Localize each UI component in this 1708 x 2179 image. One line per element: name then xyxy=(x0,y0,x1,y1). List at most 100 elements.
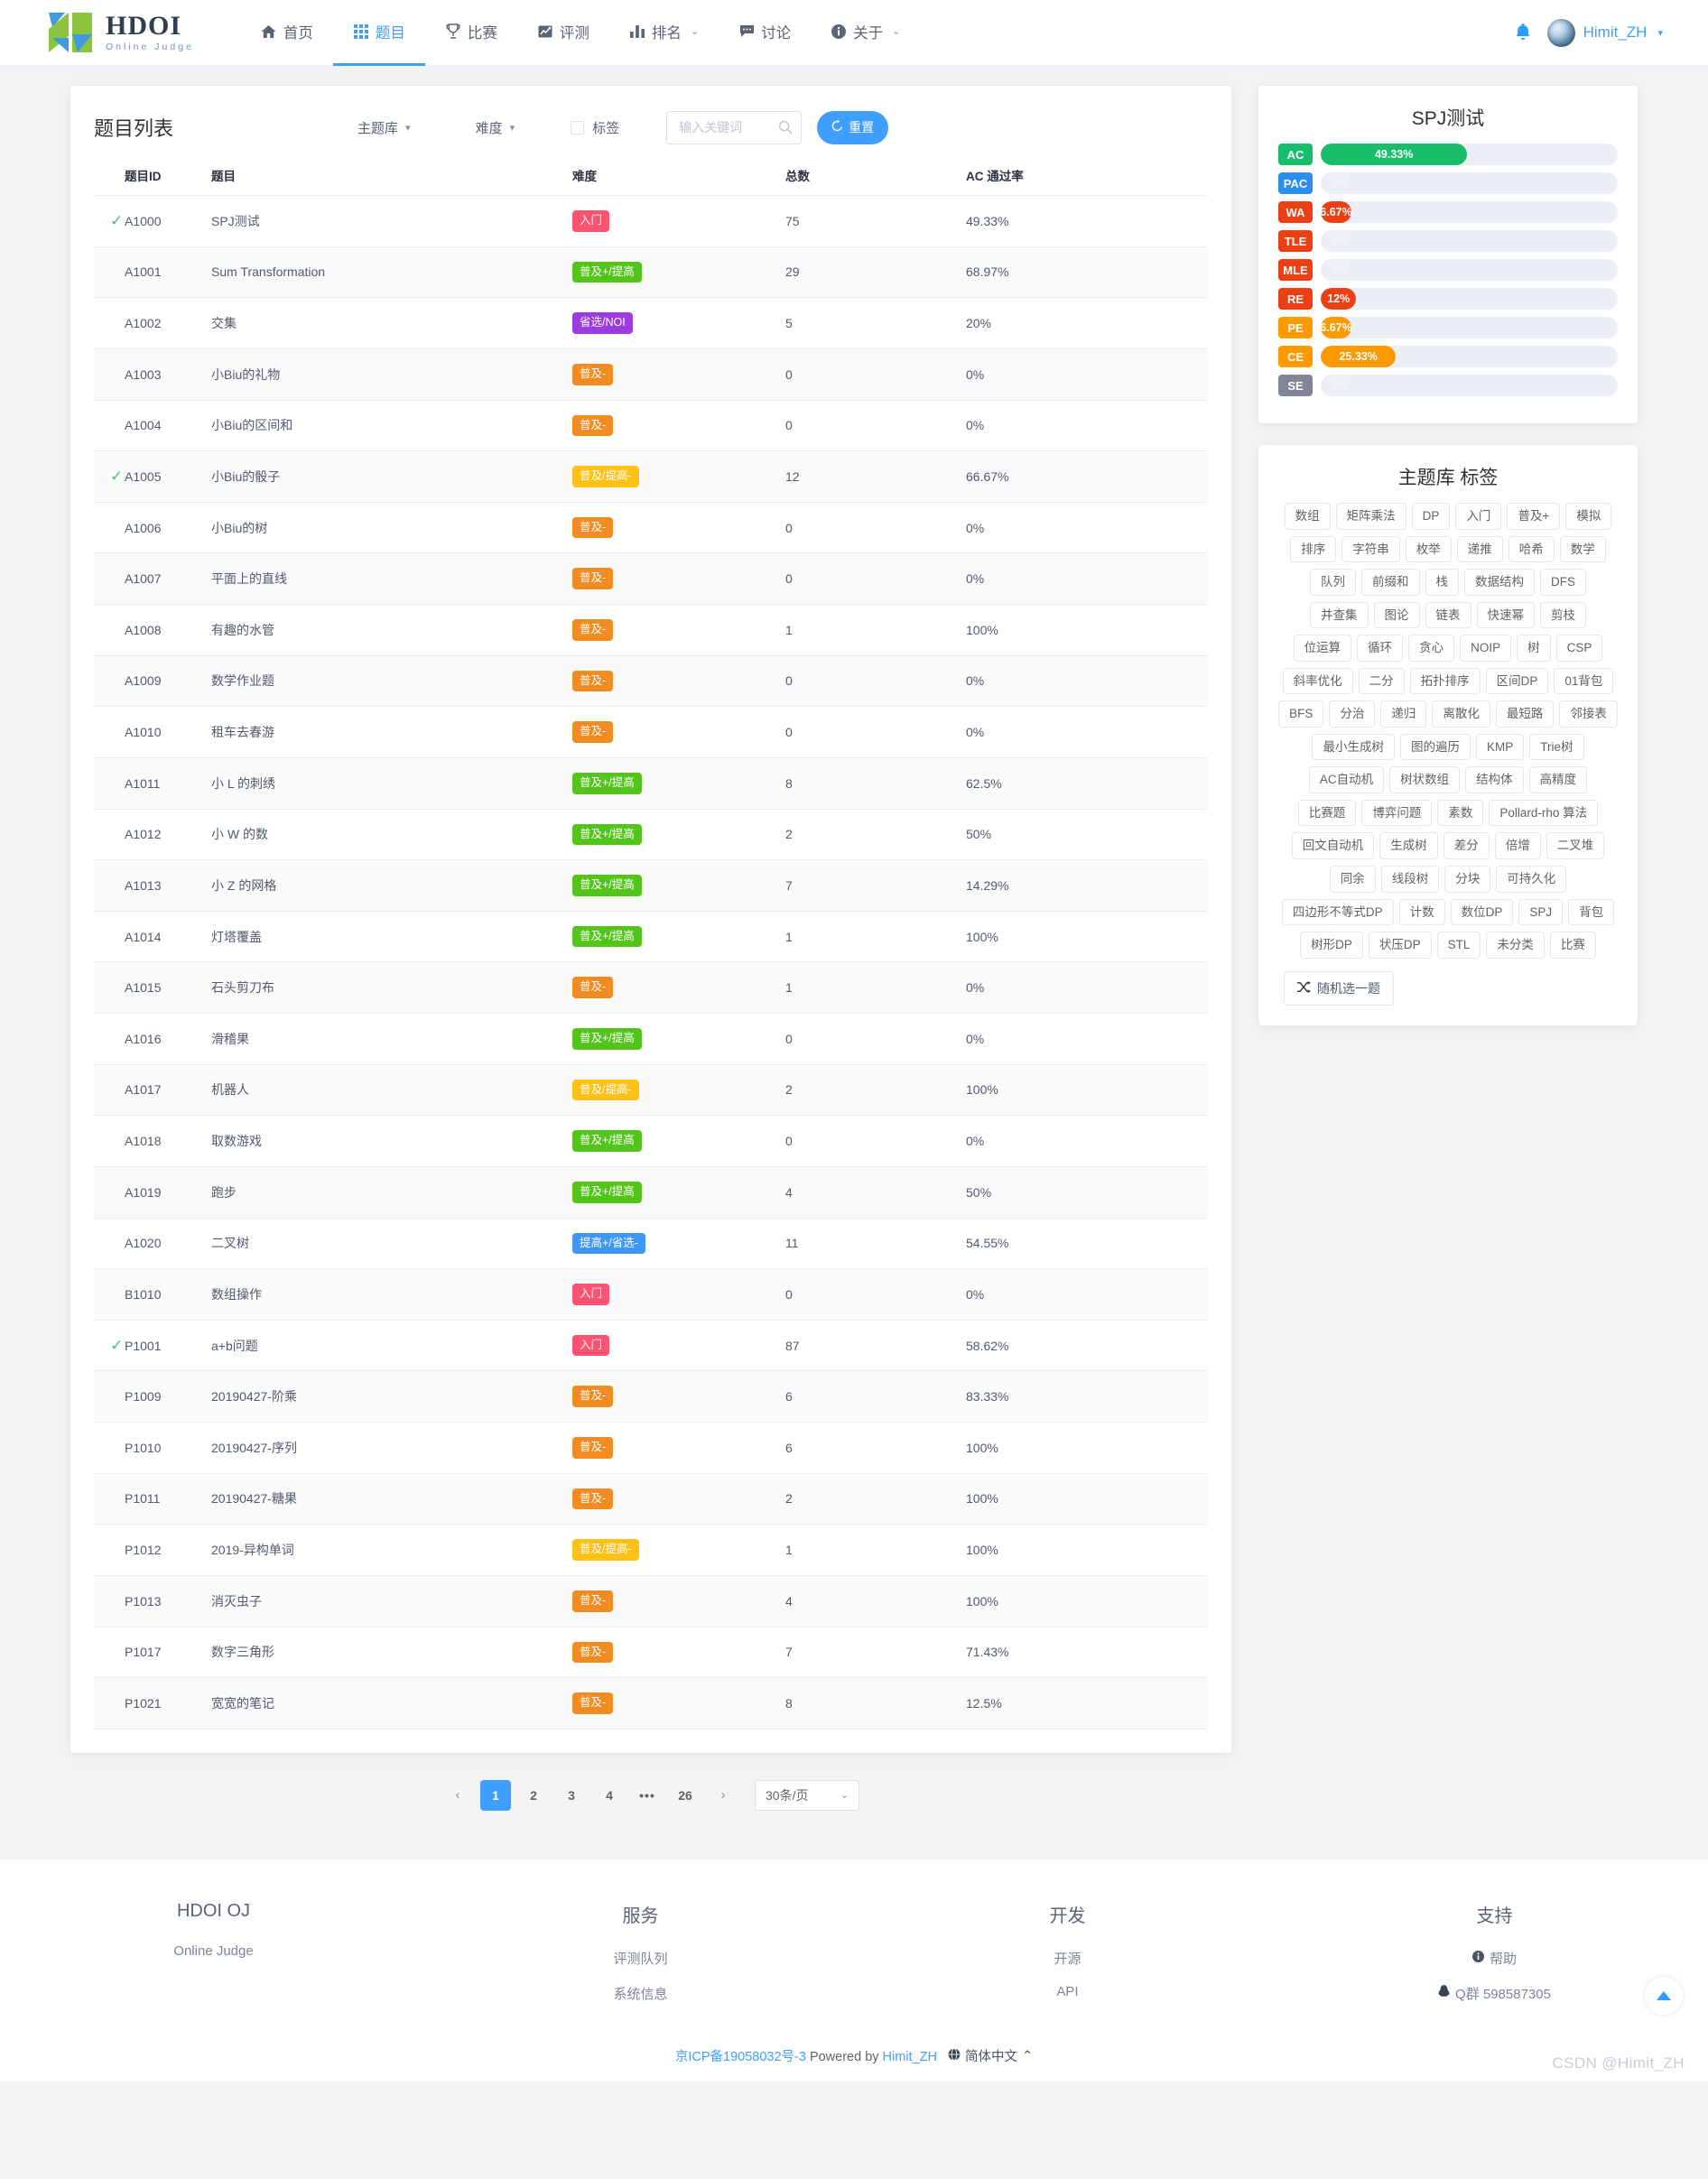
tag-chip[interactable]: 差分 xyxy=(1443,832,1490,860)
table-row[interactable]: A1015 石头剪刀布 普及- 1 0% xyxy=(94,961,1208,1014)
tag-chip[interactable]: 区间DP xyxy=(1485,667,1549,695)
row-problem-id[interactable]: P1021 xyxy=(125,1677,211,1729)
table-row[interactable]: A1008 有趣的水管 普及- 1 100% xyxy=(94,604,1208,656)
row-problem-title[interactable]: 交集 xyxy=(211,297,572,349)
tag-chip[interactable]: 循环 xyxy=(1357,635,1404,662)
footer-link-help[interactable]: 帮助 xyxy=(1281,1949,1708,1968)
row-problem-id[interactable]: A1013 xyxy=(125,859,211,912)
row-problem-id[interactable]: A1005 xyxy=(125,450,211,503)
row-problem-id[interactable]: P1001 xyxy=(125,1320,211,1372)
table-row[interactable]: P1012 2019-异构单词 普及/提高- 1 100% xyxy=(94,1524,1208,1576)
row-problem-title[interactable]: a+b问题 xyxy=(211,1320,572,1372)
tag-chip[interactable]: 四边形不等式DP xyxy=(1281,898,1394,926)
page-size-select[interactable]: 30条/页 ⌄ xyxy=(755,1779,859,1811)
tag-chip[interactable]: 并查集 xyxy=(1310,601,1369,629)
tag-chip[interactable]: 计数 xyxy=(1398,898,1445,926)
row-problem-title[interactable]: 小 W 的数 xyxy=(211,809,572,861)
notification-bell-icon[interactable] xyxy=(1513,22,1533,43)
tag-chip[interactable]: 结构体 xyxy=(1465,766,1524,793)
row-problem-id[interactable]: B1010 xyxy=(125,1268,211,1321)
row-problem-id[interactable]: A1007 xyxy=(125,552,211,605)
user-menu[interactable]: Himit_ZH ▾ xyxy=(1546,18,1663,47)
tag-chip[interactable]: 二分 xyxy=(1358,667,1405,695)
tag-chip[interactable]: 枚举 xyxy=(1405,535,1452,563)
nav-item-problems[interactable]: 题目 xyxy=(332,0,425,66)
pagination-page-3[interactable]: 3 xyxy=(556,1779,587,1811)
tag-chip[interactable]: 最短路 xyxy=(1495,700,1555,728)
pagination-next-button[interactable]: › xyxy=(708,1779,738,1811)
row-problem-id[interactable]: A1004 xyxy=(125,400,211,452)
tag-chip[interactable]: 剪枝 xyxy=(1540,601,1586,629)
table-row[interactable]: A1011 小 L 的刺绣 普及+/提高 8 62.5% xyxy=(94,757,1208,810)
row-problem-title[interactable]: 二叉树 xyxy=(211,1218,572,1270)
tag-chip[interactable]: 递归 xyxy=(1380,700,1427,728)
row-problem-id[interactable]: A1006 xyxy=(125,502,211,554)
tag-chip[interactable]: 递推 xyxy=(1456,535,1503,563)
row-problem-id[interactable]: A1016 xyxy=(125,1013,211,1065)
search-input[interactable] xyxy=(666,110,803,144)
tag-chip[interactable]: NOIP xyxy=(1460,635,1512,662)
tag-chip[interactable]: 位运算 xyxy=(1293,635,1352,662)
table-row[interactable]: A1010 租车去春游 普及- 0 0% xyxy=(94,706,1208,758)
tag-chip[interactable]: 树状数组 xyxy=(1389,766,1461,793)
table-row[interactable]: A1001 Sum Transformation 普及+/提高 29 68.97% xyxy=(94,246,1208,299)
row-problem-id[interactable]: A1003 xyxy=(125,348,211,401)
row-problem-title[interactable]: SPJ测试 xyxy=(211,195,572,247)
row-problem-id[interactable]: A1008 xyxy=(125,604,211,656)
row-problem-id[interactable]: A1010 xyxy=(125,706,211,758)
row-problem-title[interactable]: 宽宽的笔记 xyxy=(211,1677,572,1729)
pagination-page-1[interactable]: 1 xyxy=(480,1779,511,1811)
tag-chip[interactable]: Trie树 xyxy=(1529,733,1584,761)
nav-item-home[interactable]: 首页 xyxy=(241,0,333,66)
row-problem-title[interactable]: 小Biu的礼物 xyxy=(211,348,572,401)
nav-item-contests[interactable]: 比赛 xyxy=(425,0,517,66)
row-problem-title[interactable]: Sum Transformation xyxy=(211,246,572,299)
row-problem-id[interactable]: A1015 xyxy=(125,961,211,1014)
row-problem-title[interactable]: 20190427-糖果 xyxy=(211,1473,572,1525)
table-row[interactable]: P1013 消灭虫子 普及- 4 100% xyxy=(94,1575,1208,1627)
row-problem-id[interactable]: P1010 xyxy=(125,1422,211,1474)
tag-chip[interactable]: CSP xyxy=(1555,635,1603,662)
table-row[interactable]: P1017 数字三角形 普及- 7 71.43% xyxy=(94,1627,1208,1679)
nav-item-judge[interactable]: 评测 xyxy=(517,0,609,66)
tag-chip[interactable]: 线段树 xyxy=(1380,866,1440,893)
random-problem-button[interactable]: 随机选一题 xyxy=(1284,970,1394,1006)
row-problem-id[interactable]: A1011 xyxy=(125,757,211,810)
table-row[interactable]: P1010 20190427-序列 普及- 6 100% xyxy=(94,1422,1208,1474)
footer-link-qq-group[interactable]: Q群 598587305 xyxy=(1281,1984,1708,2003)
row-problem-id[interactable]: A1001 xyxy=(125,246,211,299)
table-row[interactable]: A1016 滑稽果 普及+/提高 0 0% xyxy=(94,1013,1208,1065)
tag-chip[interactable]: 入门 xyxy=(1455,503,1502,530)
row-problem-id[interactable]: A1012 xyxy=(125,809,211,861)
tag-chip[interactable]: BFS xyxy=(1278,700,1324,728)
tag-chip[interactable]: 可持久化 xyxy=(1496,866,1567,893)
table-row[interactable]: A1004 小Biu的区间和 普及- 0 0% xyxy=(94,400,1208,452)
back-to-top-button[interactable] xyxy=(1645,1977,1683,2016)
tag-chip[interactable]: 倍增 xyxy=(1494,832,1541,860)
row-problem-id[interactable]: P1013 xyxy=(125,1575,211,1627)
table-row[interactable]: A1007 平面上的直线 普及- 0 0% xyxy=(94,552,1208,605)
table-row[interactable]: A1014 灯塔覆盖 普及+/提高 1 100% xyxy=(94,911,1208,963)
tag-chip[interactable]: 01背包 xyxy=(1554,667,1614,695)
row-problem-title[interactable]: 机器人 xyxy=(211,1064,572,1117)
row-problem-title[interactable]: 数组操作 xyxy=(211,1268,572,1321)
table-row[interactable]: A1012 小 W 的数 普及+/提高 2 50% xyxy=(94,809,1208,861)
tag-chip[interactable]: 背包 xyxy=(1568,898,1615,926)
pagination-prev-button[interactable]: ‹ xyxy=(442,1779,473,1811)
footer-link-system-info[interactable]: 系统信息 xyxy=(427,1984,854,2003)
table-row[interactable]: P1009 20190427-阶乘 普及- 6 83.33% xyxy=(94,1370,1208,1423)
table-row[interactable]: A1013 小 Z 的网格 普及+/提高 7 14.29% xyxy=(94,859,1208,912)
tag-chip[interactable]: 贪心 xyxy=(1408,635,1455,662)
tag-chip[interactable]: 快速幂 xyxy=(1476,601,1535,629)
difficulty-dropdown[interactable]: 难度 ▾ xyxy=(443,118,548,137)
tag-chip[interactable]: 邻接表 xyxy=(1559,700,1618,728)
tag-chip[interactable]: 图的遍历 xyxy=(1399,733,1471,761)
row-problem-id[interactable]: A1020 xyxy=(125,1218,211,1270)
table-row[interactable]: B1010 数组操作 入门 0 0% xyxy=(94,1268,1208,1321)
row-problem-id[interactable]: A1014 xyxy=(125,911,211,963)
footer-powered-by-link[interactable]: Himit_ZH xyxy=(883,2050,937,2064)
tag-chip[interactable]: 回文自动机 xyxy=(1291,832,1375,860)
row-problem-title[interactable]: 灯塔覆盖 xyxy=(211,911,572,963)
tag-chip[interactable]: 字符串 xyxy=(1341,535,1400,563)
pagination-page-4[interactable]: 4 xyxy=(594,1779,625,1811)
